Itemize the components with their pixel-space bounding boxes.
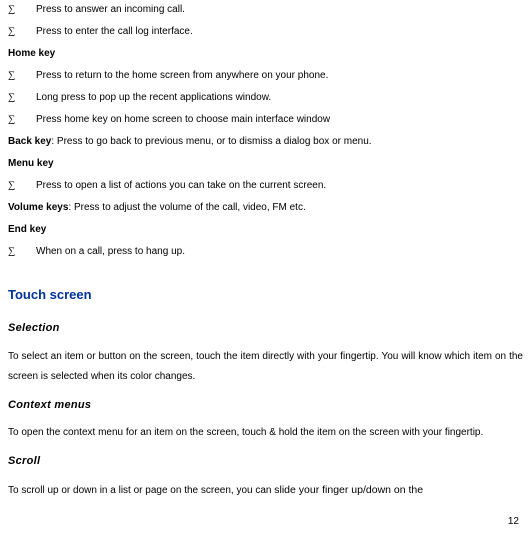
bullet-text: When on a call, press to hang up. [36,242,523,261]
context-body: To open the context menu for an item on … [8,423,523,443]
bullet-sigma: ∑ [8,88,36,107]
list-item: ∑ Press to return to the home screen fro… [8,66,523,85]
list-item: ∑ Long press to pop up the recent applic… [8,88,523,107]
menu-key-heading: Menu key [8,154,523,173]
list-item: ∑ Press to answer an incoming call. [8,0,523,19]
scroll-body: To scroll up or down in a list or page o… [8,480,523,501]
bullet-text: Press home key on home screen to choose … [36,110,523,129]
bullet-sigma: ∑ [8,110,36,129]
bullet-text: Press to enter the call log interface. [36,22,523,41]
volume-keys-text: : Press to adjust the volume of the call… [68,202,305,213]
list-item: ∑ Press home key on home screen to choos… [8,110,523,129]
list-item: ∑ When on a call, press to hang up. [8,242,523,261]
home-key-heading: Home key [8,44,523,63]
list-item: ∑ Press to enter the call log interface. [8,22,523,41]
bullet-text: Press to open a list of actions you can … [36,176,523,195]
page-number: 12 [508,512,519,531]
bullet-sigma: ∑ [8,242,36,261]
end-key-heading: End key [8,220,523,239]
scroll-heading: Scroll [8,451,523,472]
back-key-line: Back key: Press to go back to previous m… [8,132,523,151]
selection-heading: Selection [8,318,523,339]
bullet-text: Press to answer an incoming call. [36,0,523,19]
touch-screen-title: Touch screen [8,283,523,308]
bullet-text: Long press to pop up the recent applicat… [36,88,523,107]
bullet-text: Press to return to the home screen from … [36,66,523,85]
selection-body: To select an item or button on the scree… [8,347,523,387]
back-key-text: : Press to go back to previous menu, or … [51,136,371,147]
back-key-label: Back key [8,136,51,147]
list-item: ∑ Press to open a list of actions you ca… [8,176,523,195]
volume-keys-label: Volume keys [8,202,68,213]
volume-keys-line: Volume keys: Press to adjust the volume … [8,198,523,217]
bullet-sigma: ∑ [8,22,36,41]
bullet-sigma: ∑ [8,66,36,85]
scroll-body-a: To scroll up or down in a list or page o… [8,485,274,496]
scroll-body-b: slide your finger up/down on the [274,484,423,496]
context-heading: Context menus [8,395,523,416]
bullet-sigma: ∑ [8,0,36,19]
bullet-sigma: ∑ [8,176,36,195]
